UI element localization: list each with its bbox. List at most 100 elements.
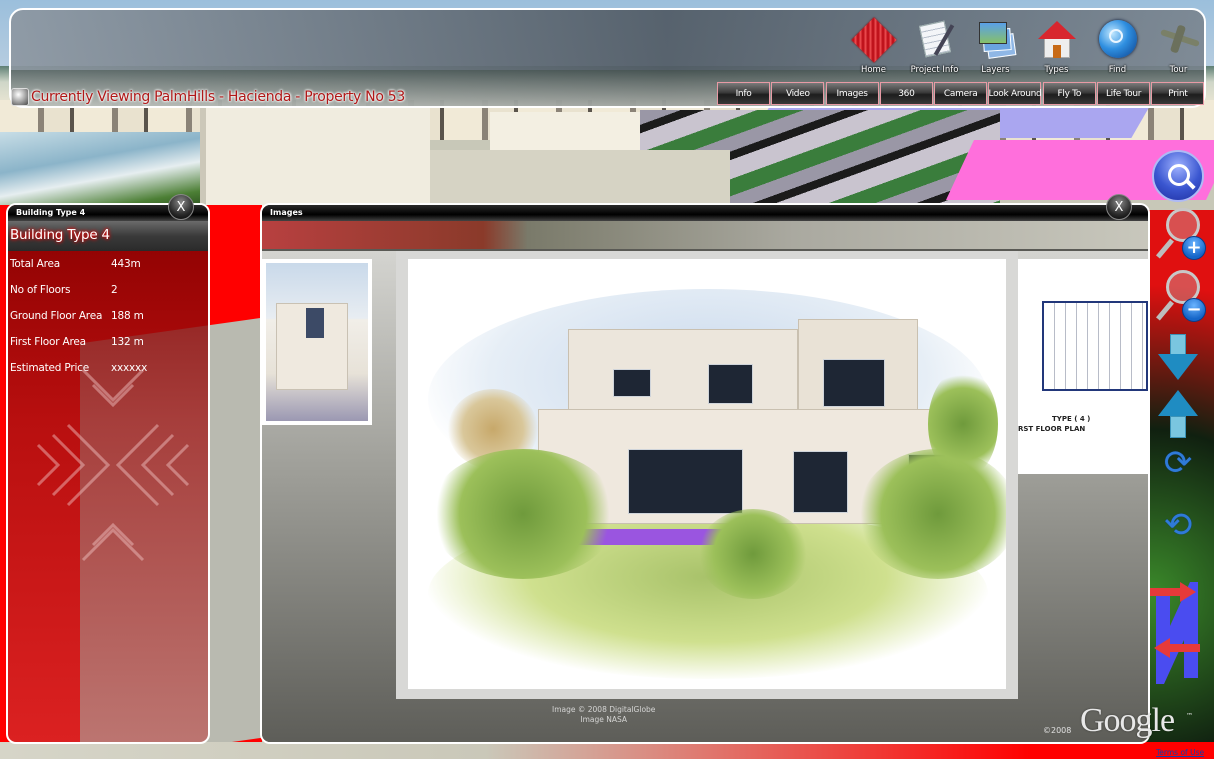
garden-bush xyxy=(858,449,1006,579)
floor-plan-drawing xyxy=(1042,301,1148,391)
building-model xyxy=(200,108,430,208)
row-value: 132 m xyxy=(111,336,144,348)
attribution-line: Image © 2008 DigitalGlobe xyxy=(552,705,656,714)
globe-icon xyxy=(11,88,29,106)
building-type-heading: Building Type 4 xyxy=(8,221,208,251)
find-label: Find xyxy=(1108,65,1127,75)
magnifier-handle xyxy=(1156,300,1174,321)
building-model xyxy=(430,150,730,210)
video-button[interactable]: Video xyxy=(771,82,825,105)
current-image[interactable] xyxy=(396,251,1018,699)
terms-of-use-link[interactable]: Terms of Use xyxy=(1156,748,1204,757)
secondary-toolbar: Info Video Images 360 Camera Look Around… xyxy=(717,82,1206,105)
arrow-head xyxy=(1158,354,1198,380)
info-row-ground-floor-area: Ground Floor Area 188 m xyxy=(8,303,208,329)
types-icon xyxy=(1034,17,1080,63)
find-button[interactable]: Find xyxy=(1087,17,1148,75)
tilt-up-button[interactable] xyxy=(1158,390,1198,440)
row-label: Total Area xyxy=(10,258,61,270)
project-info-button[interactable]: Project Info xyxy=(904,17,965,75)
fly-to-button[interactable]: Fly To xyxy=(1042,82,1096,105)
360-button[interactable]: 360 xyxy=(879,82,933,105)
row-label: No of Floors xyxy=(10,284,71,296)
project-info-label: Project Info xyxy=(910,65,959,75)
layers-button[interactable]: Layers xyxy=(965,17,1026,75)
window xyxy=(613,369,651,397)
images-panel: Images TYPE ( 4 ) RST FLOOR PLAN Image ©… xyxy=(260,203,1150,744)
tour-label: Tour xyxy=(1169,65,1188,75)
building-info-panel: Building Type 4 Building Type 4 Total Ar… xyxy=(6,203,210,744)
main-toolbar: Home Project Info Layers Types Find Tour xyxy=(843,17,1209,75)
rotate-counterclockwise-button[interactable]: ⟲ xyxy=(1156,508,1200,567)
print-button[interactable]: Print xyxy=(1151,82,1205,105)
home-label: Home xyxy=(860,65,887,75)
home-button[interactable]: Home xyxy=(843,17,904,75)
info-row-first-floor-area: First Floor Area 132 m xyxy=(8,329,208,355)
panel-title: Images xyxy=(262,205,1148,221)
row-label: Ground Floor Area xyxy=(10,310,103,322)
camera-button[interactable]: Camera xyxy=(934,82,988,105)
rotate-clockwise-icon: ⟳ xyxy=(1163,443,1193,483)
rotate-clockwise-button[interactable]: ⟳ xyxy=(1156,446,1200,505)
find-icon xyxy=(1095,17,1141,63)
row-value: 2 xyxy=(111,284,118,296)
tour-icon xyxy=(1156,17,1202,63)
types-label: Types xyxy=(1044,65,1069,75)
close-images-panel-button[interactable]: X xyxy=(1106,194,1132,220)
tilt-down-button[interactable] xyxy=(1158,334,1198,384)
plus-icon: + xyxy=(1182,236,1206,260)
tree xyxy=(928,369,998,479)
row-value: 443m xyxy=(111,258,141,270)
garden-bush xyxy=(428,449,618,579)
panel-background-strip xyxy=(262,221,1148,249)
sliding-door xyxy=(628,449,743,514)
window xyxy=(793,451,848,513)
layers-label: Layers xyxy=(981,65,1010,75)
types-button[interactable]: Types xyxy=(1026,17,1087,75)
copyright-year: ©2008 xyxy=(1043,726,1072,735)
house-rendering xyxy=(408,259,1006,689)
next-image-thumbnail[interactable]: TYPE ( 4 ) RST FLOOR PLAN xyxy=(1018,259,1148,474)
image-gallery[interactable]: TYPE ( 4 ) RST FLOOR PLAN Image © 2008 D… xyxy=(262,251,1148,742)
minus-icon: − xyxy=(1182,298,1206,322)
life-tour-button[interactable]: Life Tour xyxy=(1097,82,1151,105)
floor-plan-caption: TYPE ( 4 ) RST FLOOR PLAN xyxy=(1018,414,1090,434)
rotate-counterclockwise-icon: ⟲ xyxy=(1163,505,1193,545)
google-logo: Google xyxy=(1080,702,1175,739)
info-row-floors: No of Floors 2 xyxy=(8,277,208,303)
arrow-shaft xyxy=(1170,416,1186,438)
current-view-indicator: Currently Viewing PalmHills - Hacienda -… xyxy=(11,88,405,106)
window xyxy=(708,364,753,404)
house-rendering-thumbnail xyxy=(266,263,368,421)
window xyxy=(823,359,885,407)
garden-bush xyxy=(698,509,808,599)
row-value: 188 m xyxy=(111,310,144,322)
project-info-icon xyxy=(912,17,958,63)
zoom-out-button[interactable]: − xyxy=(1154,268,1206,328)
tour-button[interactable]: Tour xyxy=(1148,17,1209,75)
info-row-total-area: Total Area 443m xyxy=(8,251,208,277)
reset-north-button[interactable] xyxy=(1150,578,1202,688)
arrow-down-icon xyxy=(1170,334,1186,356)
logo-watermark xyxy=(36,368,190,562)
current-view-text: Currently Viewing PalmHills - Hacienda -… xyxy=(31,89,405,105)
imagery-attribution: Image © 2008 DigitalGlobe Image NASA xyxy=(552,705,655,725)
ground-strip xyxy=(0,742,1214,759)
layers-icon xyxy=(973,17,1019,63)
zoom-in-button[interactable]: + xyxy=(1154,206,1206,266)
plan-caption-line: TYPE ( 4 ) xyxy=(1052,415,1091,423)
previous-image-thumbnail[interactable] xyxy=(262,259,372,425)
attribution-line: Image NASA xyxy=(580,715,628,724)
north-compass-icon xyxy=(1150,582,1200,684)
arrow-up-icon xyxy=(1158,390,1198,416)
row-label: First Floor Area xyxy=(10,336,86,348)
house-upper-floor xyxy=(568,329,798,414)
look-around-button[interactable]: Look Around xyxy=(988,82,1042,105)
images-button[interactable]: Images xyxy=(825,82,879,105)
plan-caption-line: RST FLOOR PLAN xyxy=(1018,425,1086,433)
zoom-to-fit-button[interactable] xyxy=(1152,150,1204,202)
magnifier-handle xyxy=(1156,238,1174,259)
info-button[interactable]: Info xyxy=(717,82,770,105)
trademark-symbol: ™ xyxy=(1186,712,1193,720)
close-info-panel-button[interactable]: X xyxy=(168,194,194,220)
